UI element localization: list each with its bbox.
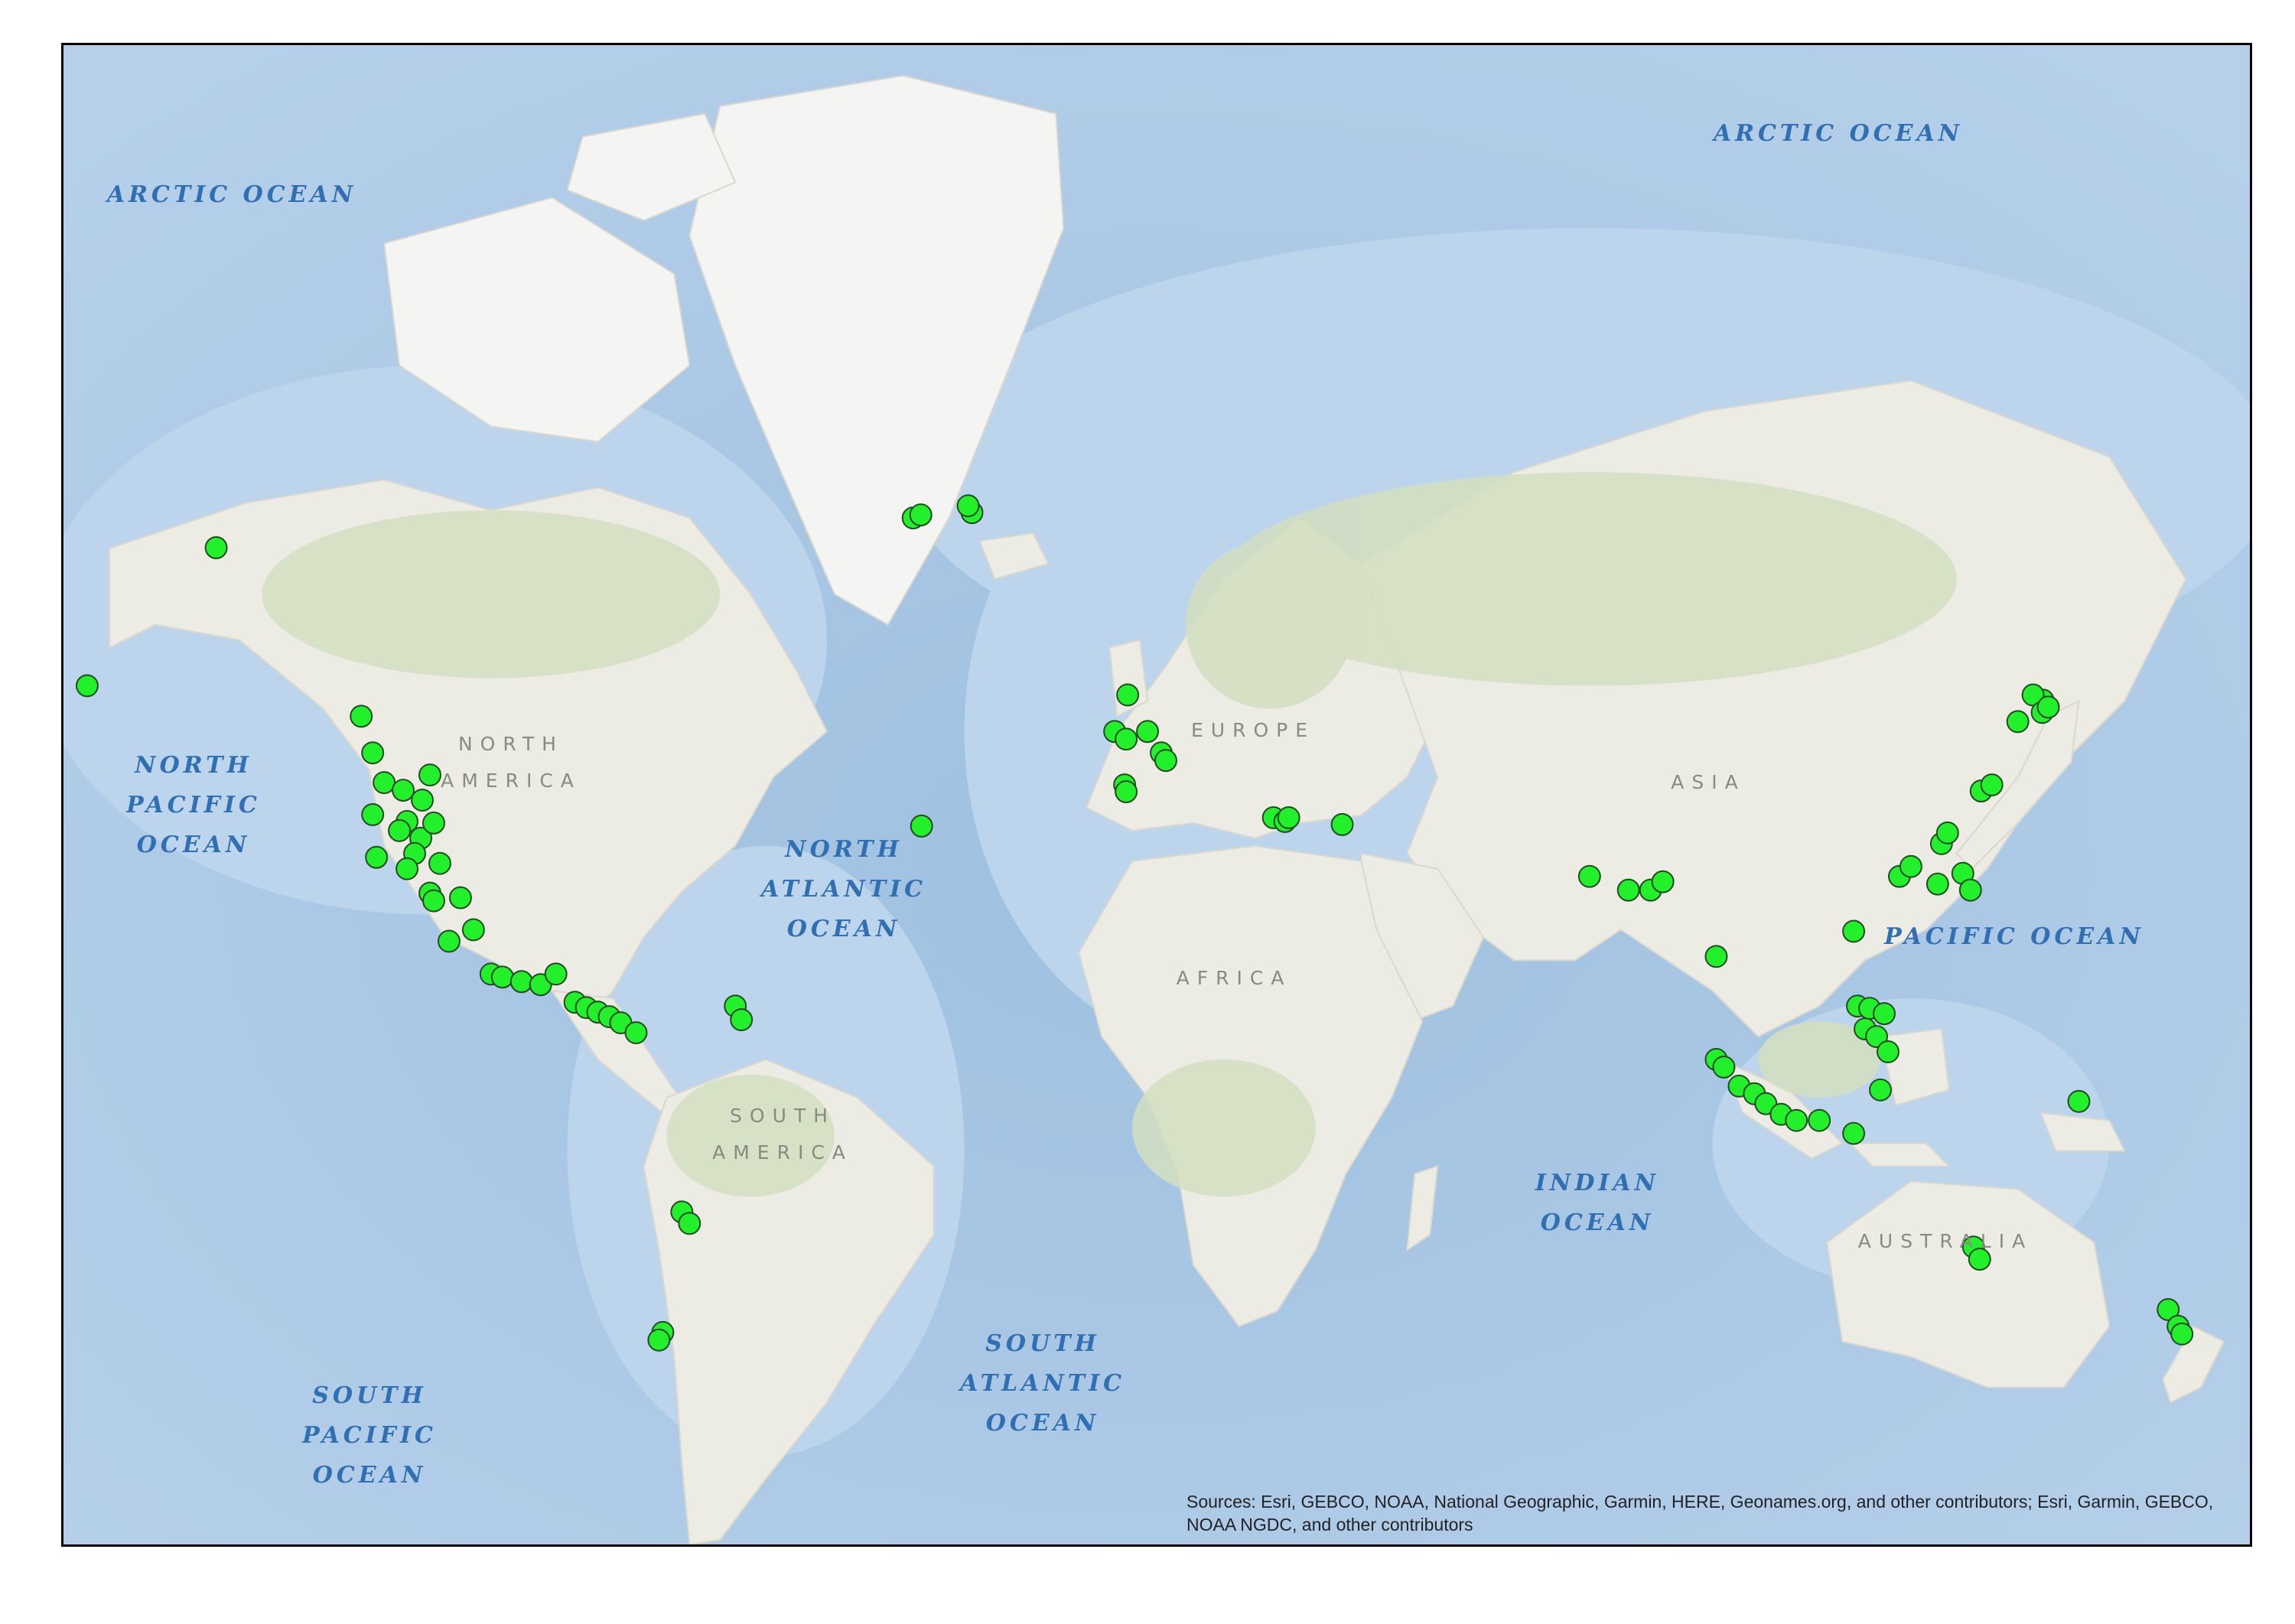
site-point[interactable] (678, 1212, 702, 1235)
site-point[interactable] (1873, 1002, 1896, 1026)
site-point[interactable] (1877, 1040, 1899, 1063)
ocean-label-north-pacific: NORTH PACIFIC OCEAN (126, 752, 261, 858)
continent-label-europe: EUROPE (1190, 719, 1315, 741)
site-point[interactable] (1616, 878, 1640, 902)
site-point[interactable] (361, 741, 385, 765)
site-point[interactable] (2170, 1322, 2194, 1346)
world-map[interactable] (63, 45, 2250, 1544)
site-point[interactable] (361, 802, 385, 826)
ocean-label-north-atlantic: NORTH ATLANTIC OCEAN (761, 836, 926, 942)
site-point[interactable] (1330, 812, 1354, 836)
continent-label-north-america: NORTH AMERICA (441, 733, 581, 792)
site-point[interactable] (956, 494, 980, 518)
continent-label-africa: AFRICA (1176, 967, 1292, 989)
ocean-label-arctic-west: ARCTIC OCEAN (106, 181, 357, 208)
site-point[interactable] (2006, 710, 2030, 734)
continent-label-south-america: SOUTH AMERICA (712, 1105, 853, 1163)
site-point[interactable] (490, 965, 514, 989)
site-point[interactable] (422, 889, 445, 913)
site-point[interactable] (909, 503, 933, 527)
ocean-label-indian: INDIAN OCEAN (1535, 1170, 1660, 1236)
site-point[interactable] (396, 857, 419, 880)
site-point[interactable] (350, 705, 373, 728)
site-point[interactable] (1154, 749, 1177, 773)
site-point[interactable] (388, 819, 412, 842)
site-point[interactable] (422, 811, 445, 835)
site-point[interactable] (365, 845, 389, 869)
site-point[interactable] (2036, 695, 2060, 719)
site-point[interactable] (1115, 780, 1138, 803)
site-point[interactable] (1842, 919, 1866, 943)
site-point[interactable] (1704, 945, 1728, 968)
site-point[interactable] (1842, 1121, 1866, 1145)
site-point[interactable] (1116, 683, 1140, 707)
site-point[interactable] (1785, 1108, 1808, 1132)
site-point[interactable] (1277, 805, 1300, 829)
continent-label-asia: ASIA (1671, 771, 1746, 793)
site-point[interactable] (509, 970, 533, 994)
site-point[interactable] (1958, 878, 1982, 902)
site-point[interactable] (730, 1008, 754, 1032)
ocean-label-south-pacific: SOUTH PACIFIC OCEAN (302, 1382, 437, 1489)
site-point[interactable] (1980, 773, 2004, 796)
site-point[interactable] (2067, 1089, 2091, 1113)
ocean-label-arctic-east: ARCTIC OCEAN (1713, 120, 1964, 147)
site-point[interactable] (373, 771, 396, 795)
site-point[interactable] (1651, 870, 1675, 893)
site-point[interactable] (448, 886, 472, 910)
site-point[interactable] (624, 1021, 648, 1045)
site-point[interactable] (544, 962, 568, 986)
site-point[interactable] (1935, 821, 1959, 845)
site-point[interactable] (1808, 1108, 1831, 1132)
site-point[interactable] (428, 851, 451, 875)
continent-label-australia: AUSTRALIA (1857, 1230, 2033, 1252)
site-point[interactable] (204, 536, 228, 559)
site-point[interactable] (1712, 1055, 1736, 1079)
site-point[interactable] (1926, 872, 1949, 896)
site-point[interactable] (75, 674, 99, 698)
site-point[interactable] (437, 929, 461, 953)
site-point[interactable] (1869, 1078, 1892, 1102)
site-point[interactable] (647, 1328, 671, 1352)
map-frame[interactable]: ARCTIC OCEAN ARCTIC OCEAN NORTH PACIFIC … (61, 43, 2252, 1547)
site-point[interactable] (461, 918, 485, 942)
site-point[interactable] (1115, 727, 1138, 751)
map-attribution: Sources: Esri, GEBCO, NOAA, National Geo… (1187, 1492, 2214, 1535)
site-point[interactable] (1577, 864, 1601, 888)
ocean-label-pacific: PACIFIC OCEAN (1884, 923, 2144, 950)
ocean-label-south-atlantic: SOUTH ATLANTIC OCEAN (960, 1330, 1125, 1437)
site-point[interactable] (1899, 854, 1922, 878)
